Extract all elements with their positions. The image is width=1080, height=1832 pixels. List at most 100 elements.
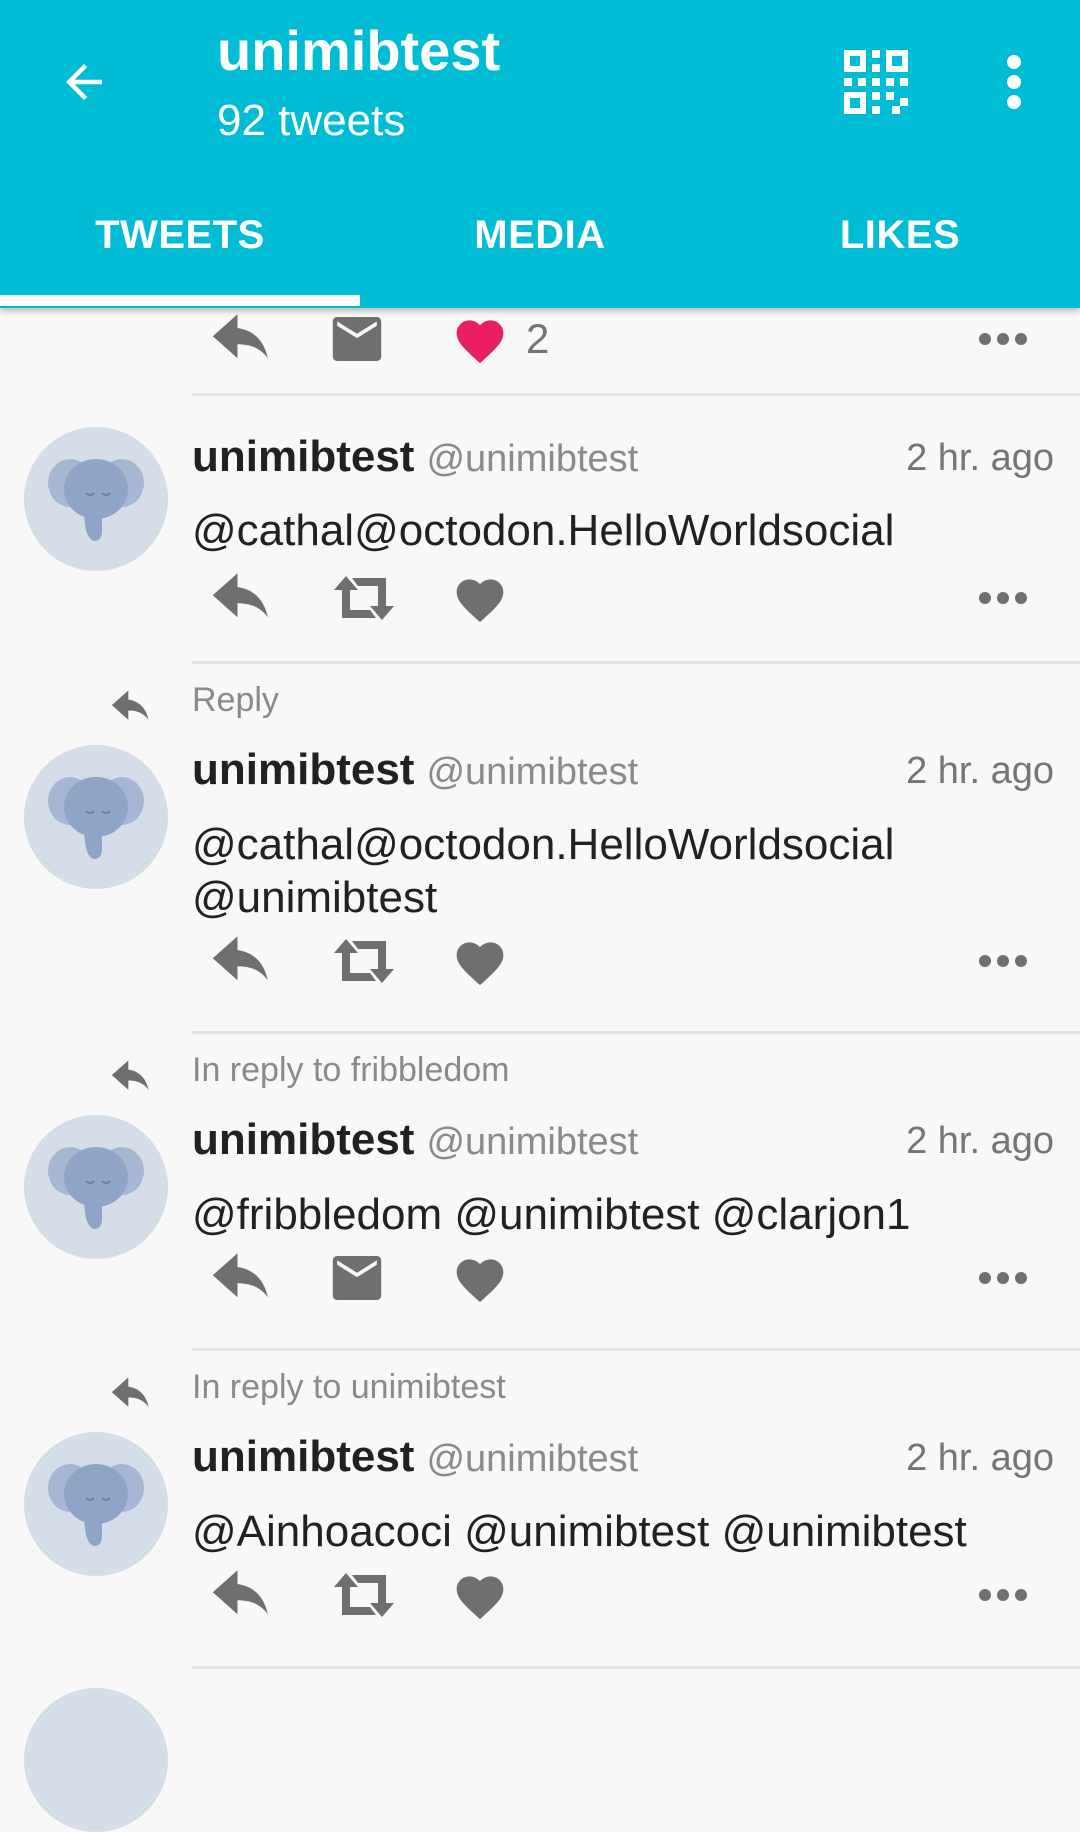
reply-icon	[212, 573, 268, 618]
qr-code-icon	[844, 50, 908, 114]
more-horiz-icon	[979, 955, 1027, 967]
favourite-button[interactable]: 2	[452, 304, 592, 374]
mail-icon	[332, 1256, 382, 1300]
avatar[interactable]	[24, 745, 168, 889]
tweet-actions	[192, 926, 1062, 996]
username-handle: @unimibtest	[426, 438, 639, 480]
boost-button[interactable]	[330, 1560, 402, 1630]
tweet-actions	[192, 1243, 1062, 1313]
tweet-content: @cathal@octodon.HelloWorldsocial @unimib…	[192, 820, 895, 922]
mail-icon	[332, 317, 382, 361]
overflow-menu-button[interactable]	[990, 44, 1038, 120]
reply-context: Reply	[0, 681, 1080, 727]
reply-context-icon	[111, 1377, 149, 1407]
reply-button[interactable]	[210, 1560, 282, 1630]
heart-icon	[456, 942, 504, 986]
boost-icon	[334, 576, 394, 620]
display-name-text: unimibtest	[192, 432, 415, 481]
favourite-button[interactable]	[452, 1243, 592, 1313]
tweet-content: @cathal@octodon.HelloWorldsocial	[192, 506, 895, 555]
elephant-avatar-icon	[48, 459, 144, 541]
display-name[interactable]: unimibtest @unimibtest	[192, 1115, 638, 1165]
tab-tweets[interactable]: TWEETS	[0, 198, 360, 308]
heart-icon	[456, 579, 504, 623]
back-button[interactable]	[48, 46, 120, 118]
more-vert-icon	[1007, 55, 1021, 109]
tweet-actions	[192, 563, 1062, 633]
heart-icon	[456, 1576, 504, 1620]
display-name-text: unimibtest	[192, 1115, 415, 1164]
arrow-back-icon	[66, 64, 102, 100]
reply-context: In reply to fribbledom	[0, 1051, 1080, 1097]
reply-context-icon	[111, 1060, 149, 1090]
avatar[interactable]	[24, 1688, 168, 1832]
reply-icon	[212, 936, 268, 981]
timestamp: 2 hr. ago	[906, 750, 1054, 792]
boost-icon	[334, 1573, 394, 1617]
tweet-more-button[interactable]	[968, 1560, 1038, 1630]
reply-context-text: Reply	[192, 681, 279, 719]
boost-button[interactable]	[330, 926, 402, 996]
timestamp: 2 hr. ago	[906, 1120, 1054, 1162]
favourite-button[interactable]	[452, 926, 592, 996]
tab-likes[interactable]: LIKES	[720, 198, 1080, 308]
elephant-avatar-icon	[48, 1464, 144, 1546]
username-handle: @unimibtest	[426, 1438, 639, 1480]
heart-icon	[456, 1259, 504, 1303]
tweet-more-button[interactable]	[968, 304, 1038, 374]
qr-code-button[interactable]	[838, 44, 914, 120]
tweet-content: @fribbledom @unimibtest @clarjon1	[192, 1190, 911, 1239]
more-horiz-icon	[979, 592, 1027, 604]
reply-button[interactable]	[210, 926, 282, 996]
divider	[192, 1031, 1080, 1034]
reply-context-text: In reply to unimibtest	[192, 1368, 506, 1406]
tweet-actions	[192, 1560, 1062, 1630]
reply-context: In reply to unimibtest	[0, 1368, 1080, 1414]
favourite-button[interactable]	[452, 1560, 592, 1630]
reply-button[interactable]	[210, 1243, 282, 1313]
tweet-actions: 2	[192, 304, 1062, 374]
tweet-more-button[interactable]	[968, 1243, 1038, 1313]
reply-button[interactable]	[210, 304, 282, 374]
elephant-avatar-icon	[48, 777, 144, 859]
direct-message-button[interactable]	[330, 304, 402, 374]
display-name[interactable]: unimibtest @unimibtest	[192, 432, 638, 482]
direct-message-button[interactable]	[330, 1243, 402, 1313]
avatar[interactable]	[24, 1115, 168, 1259]
avatar[interactable]	[24, 427, 168, 571]
active-tab-indicator	[0, 295, 360, 306]
divider	[192, 1666, 1080, 1669]
reply-icon	[212, 314, 268, 359]
timestamp: 2 hr. ago	[906, 1437, 1054, 1479]
divider	[192, 1348, 1080, 1351]
avatar[interactable]	[24, 1432, 168, 1576]
divider	[192, 393, 1080, 396]
boost-button[interactable]	[330, 563, 402, 633]
tweet-content: @Ainhoacoci @unimibtest @unimibtest	[192, 1507, 967, 1556]
heart-filled-icon	[456, 320, 504, 364]
elephant-avatar-icon	[48, 1147, 144, 1229]
divider	[192, 661, 1080, 664]
tweet-more-button[interactable]	[968, 926, 1038, 996]
username-handle: @unimibtest	[426, 1121, 639, 1163]
display-name[interactable]: unimibtest @unimibtest	[192, 745, 638, 795]
more-horiz-icon	[979, 1589, 1027, 1601]
app-bar: unimibtest 92 tweets TWEETS MEDIA LIKES	[0, 0, 1080, 308]
username-handle: @unimibtest	[426, 751, 639, 793]
reply-context-text: In reply to fribbledom	[192, 1051, 510, 1089]
reply-icon	[212, 1253, 268, 1298]
favourite-button[interactable]	[452, 563, 592, 633]
more-horiz-icon	[979, 333, 1027, 345]
tab-media[interactable]: MEDIA	[360, 198, 720, 308]
reply-button[interactable]	[210, 563, 282, 633]
reply-context-icon	[111, 690, 149, 720]
favourite-count: 2	[526, 315, 550, 362]
profile-title: unimibtest	[217, 19, 501, 82]
tweet-more-button[interactable]	[968, 563, 1038, 633]
more-horiz-icon	[979, 1272, 1027, 1284]
reply-icon	[212, 1570, 268, 1615]
display-name[interactable]: unimibtest @unimibtest	[192, 1432, 638, 1482]
tweet-count: 92 tweets	[217, 96, 406, 145]
boost-icon	[334, 939, 394, 983]
display-name-text: unimibtest	[192, 745, 415, 794]
